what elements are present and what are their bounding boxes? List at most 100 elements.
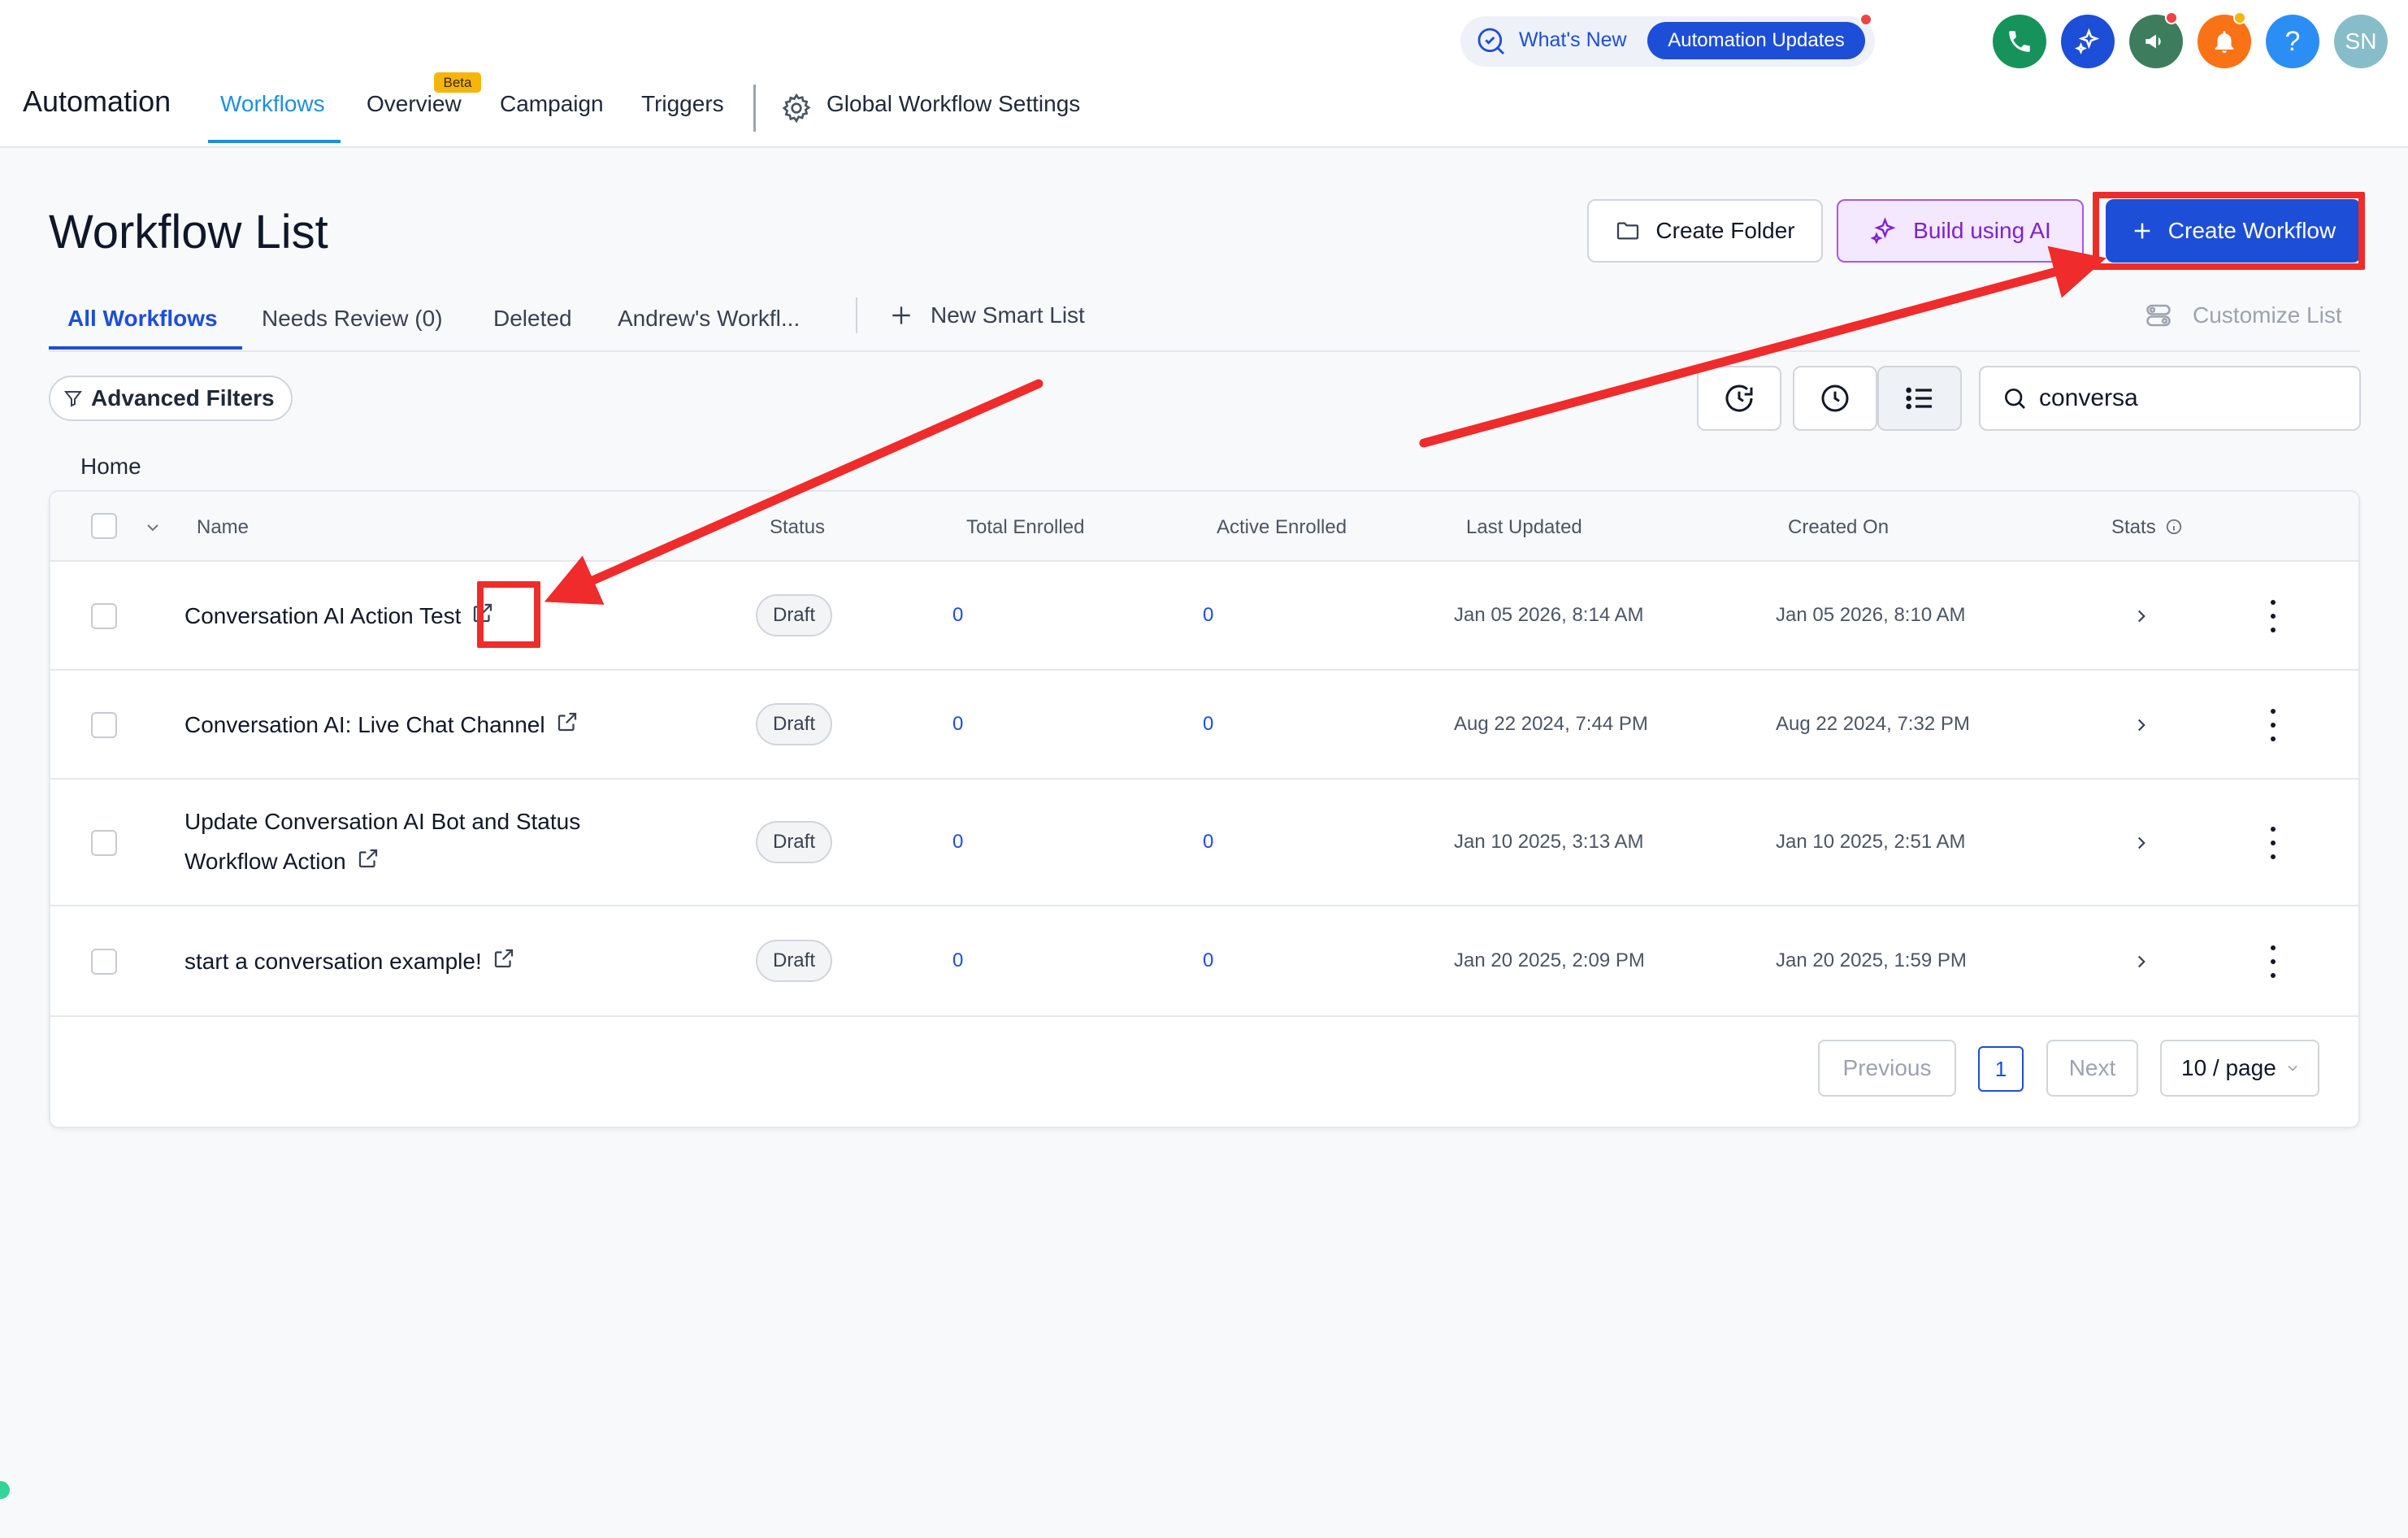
row-checkbox[interactable] [91,603,117,629]
workflow-name-label[interactable]: start a conversation example! [184,949,482,974]
header-total-enrolled[interactable]: Total Enrolled [966,516,1084,539]
last-updated-cell: Jan 10 2025, 3:13 AM [1454,831,1644,853]
advanced-filters-label: Advanced Filters [91,385,275,411]
total-enrolled-link[interactable]: 0 [952,949,963,972]
row-menu-button[interactable] [2261,709,2285,741]
chevron-right-icon[interactable] [2131,606,2152,627]
page-1-button[interactable]: 1 [1978,1046,2024,1092]
tab-workflows[interactable]: Workflows [220,91,325,117]
tab-deleted[interactable]: Deleted [493,306,572,332]
last-updated-cell: Jan 05 2026, 8:14 AM [1454,604,1644,626]
tab-global-settings[interactable]: Global Workflow Settings [827,91,1080,117]
row-menu-button[interactable] [2261,945,2285,978]
chevron-right-icon[interactable] [2131,832,2152,854]
row-checkbox[interactable] [91,830,117,856]
notification-dot [1859,13,1872,26]
ai-sparkle-button[interactable] [2061,15,2115,68]
workflow-name[interactable]: Conversation AI Action Test [184,596,495,636]
search-box[interactable] [1979,366,2361,431]
previous-page-button[interactable]: Previous [1818,1040,1956,1097]
tab-campaign[interactable]: Campaign [500,91,604,117]
total-enrolled-link[interactable]: 0 [952,604,963,627]
workflow-name[interactable]: Conversation AI: Live Chat Channel [184,705,579,745]
search-icon [2005,389,2025,409]
active-enrolled-link[interactable]: 0 [1203,949,1213,972]
chevron-right-icon[interactable] [2131,951,2152,972]
whats-new-label[interactable]: What's New [1519,28,1627,52]
row-menu-button[interactable] [2261,827,2285,859]
total-enrolled-link[interactable]: 0 [952,831,963,854]
workflow-name-label[interactable]: Conversation AI Action Test [184,603,461,628]
workflow-name-line1[interactable]: Update Conversation AI Bot and Status [184,809,580,834]
workflow-name-label[interactable]: Conversation AI: Live Chat Channel [184,712,545,737]
phone-button[interactable] [1993,15,2046,68]
workflow-name[interactable]: Update Conversation AI Bot and Status Wo… [184,802,580,881]
build-using-ai-button[interactable]: Build using AI [1837,199,2084,263]
workflow-name-line2[interactable]: Workflow Action [184,849,346,874]
active-enrolled-link[interactable]: 0 [1203,831,1213,854]
tab-overview[interactable]: Overview [367,91,462,117]
next-page-button[interactable]: Next [2046,1040,2138,1097]
automation-updates-chip[interactable]: Automation Updates [1647,22,1865,59]
beta-badge: Beta [434,72,481,93]
status-badge: Draft [756,703,832,745]
megaphone-icon [2146,34,2161,49]
create-folder-label: Create Folder [1655,218,1795,243]
header-stats[interactable]: Stats [2111,516,2156,539]
table-row[interactable]: Conversation AI: Live Chat Channel Draft… [50,671,2358,780]
customize-list-button[interactable]: Customize List [2144,301,2342,330]
created-on-cell: Aug 22 2024, 7:32 PM [1776,713,1970,735]
tab-needs-review[interactable]: Needs Review (0) [262,306,443,332]
header-name[interactable]: Name [197,516,249,539]
chevron-down-icon[interactable] [143,518,163,537]
app-title: Automation [23,85,171,118]
chevron-down-icon [2288,1065,2297,1071]
tab-triggers[interactable]: Triggers [641,91,724,117]
chevron-right-icon[interactable] [2131,715,2152,736]
row-checkbox[interactable] [91,712,117,738]
workflow-name[interactable]: start a conversation example! [184,941,516,981]
select-all-checkbox[interactable] [91,513,117,539]
external-link-icon[interactable] [555,710,579,734]
workflow-table: Name Status Total Enrolled Active Enroll… [49,490,2360,1128]
history-view-button[interactable] [1697,366,1781,431]
table-row[interactable]: Update Conversation AI Bot and Status Wo… [50,780,2358,906]
breadcrumb-home[interactable]: Home [80,454,141,480]
new-smart-list-button[interactable]: New Smart List [888,302,1085,328]
external-link-icon[interactable] [356,846,380,871]
search-input[interactable] [2039,384,2348,412]
active-enrolled-link[interactable]: 0 [1203,713,1213,736]
build-using-ai-label: Build using AI [1913,218,2051,243]
external-link-icon[interactable] [492,946,516,971]
help-button[interactable]: ? [2266,15,2319,68]
header-created-on[interactable]: Created On [1788,516,1889,539]
total-enrolled-link[interactable]: 0 [952,713,963,736]
row-checkbox[interactable] [91,949,117,975]
toggles-icon [2146,304,2171,327]
avatar[interactable]: SN [2334,15,2388,68]
tab-andrews-workflows[interactable]: Andrew's Workfl... [618,306,800,332]
header-last-updated[interactable]: Last Updated [1466,516,1582,539]
recent-view-button[interactable] [1793,366,1877,431]
table-row[interactable]: start a conversation example! Draft 0 0 … [50,906,2358,1017]
sparkle-icon [2075,28,2100,54]
header-status[interactable]: Status [770,516,825,539]
last-updated-cell: Aug 22 2024, 7:44 PM [1454,713,1648,735]
list-view-button[interactable] [1877,366,1962,431]
row-menu-button[interactable] [2261,600,2285,632]
customize-list-label: Customize List [2193,302,2342,328]
tab-all-workflows[interactable]: All Workflows [67,306,218,332]
active-enrolled-link[interactable]: 0 [1203,604,1213,627]
page-size-select[interactable]: 10 / page [2160,1040,2319,1097]
create-folder-button[interactable]: Create Folder [1587,199,1823,263]
sparkle-icon [1870,217,1896,245]
notifications-dot [2233,11,2246,24]
page-size-label: 10 / page [2181,1055,2276,1080]
status-badge: Draft [756,594,832,636]
advanced-filters-button[interactable]: Advanced Filters [49,376,293,421]
create-workflow-highlight [2093,192,2365,270]
table-row[interactable]: Conversation AI Action Test Draft 0 0 Ja… [50,562,2358,671]
header-active-enrolled[interactable]: Active Enrolled [1217,516,1347,539]
subtab-rule [49,350,2360,352]
gear-icon[interactable] [780,92,813,124]
